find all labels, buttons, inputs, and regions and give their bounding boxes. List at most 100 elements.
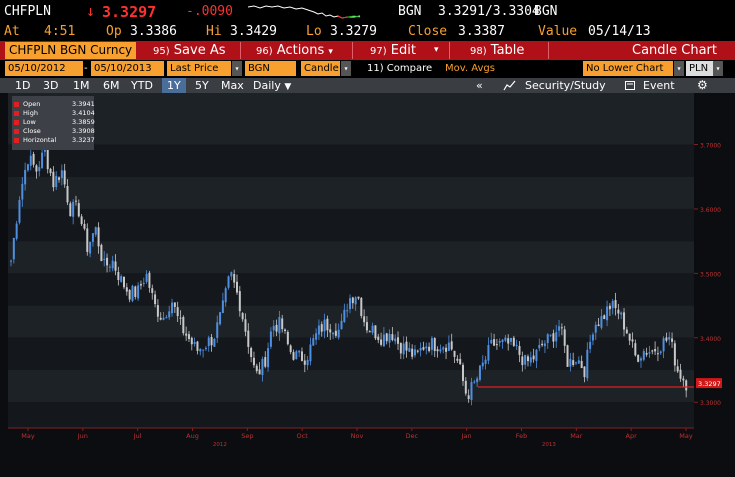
range-ytd[interactable]: YTD	[126, 78, 158, 93]
style-select[interactable]: Candle	[301, 61, 340, 76]
currency-dropdown-icon[interactable]: ▾	[713, 61, 723, 76]
candle-body	[382, 334, 385, 347]
style-dropdown-icon[interactable]: ▾	[341, 61, 351, 76]
range-1m[interactable]: 1M	[68, 78, 95, 93]
candle-body	[275, 324, 278, 332]
candle-body	[597, 324, 600, 326]
candle-body	[272, 325, 275, 331]
edit-button[interactable]: 97) Edit	[370, 41, 416, 60]
x-tick-label: May	[679, 432, 693, 440]
candle-body	[617, 309, 620, 314]
end-date-field[interactable]: 05/10/2013	[91, 61, 164, 76]
table-button[interactable]: 98) Table	[470, 41, 524, 60]
price-change: -.0090	[186, 4, 233, 19]
table-number: 98)	[470, 46, 487, 57]
candle-body	[317, 325, 320, 335]
candle-body	[309, 344, 312, 362]
compare-button[interactable]: 11) Compare	[367, 61, 432, 76]
period-select[interactable]: Daily ▼	[248, 78, 296, 93]
candle-body	[176, 307, 179, 317]
range-3d[interactable]: 3D	[38, 78, 63, 93]
legend-label: Open	[23, 100, 41, 108]
candle-body	[459, 359, 462, 365]
actions-button[interactable]: 96) Actions ▾	[256, 41, 333, 60]
security-field[interactable]: CHFPLN BGN Curncy	[5, 42, 137, 59]
range-5y[interactable]: 5Y	[190, 78, 214, 93]
gear-icon[interactable]: ⚙	[697, 78, 708, 93]
toolbar-divider	[240, 42, 241, 59]
line-chart-icon	[503, 80, 516, 91]
candle-body	[668, 337, 671, 340]
candle-body	[430, 338, 433, 350]
candle-body	[685, 380, 688, 391]
candle-body	[365, 322, 368, 331]
candle-body	[38, 167, 41, 172]
x-tick-label: May	[21, 432, 35, 440]
legend-label: Low	[23, 118, 36, 126]
chart-legend: Open 3.3941 High 3.4104 Low 3.3859 Close…	[12, 96, 95, 150]
at-label: At	[4, 24, 20, 39]
candle-body	[586, 349, 589, 379]
save-as-button[interactable]: 95) Save As	[153, 41, 226, 60]
candle-body	[487, 345, 490, 361]
candle-body	[77, 203, 80, 217]
price-field-select[interactable]: Last Price	[167, 61, 231, 76]
candle-body	[213, 338, 216, 347]
source-field[interactable]: BGN	[245, 61, 296, 76]
candle-body	[202, 349, 205, 351]
period-label: Daily	[253, 79, 281, 92]
price-field-dropdown-icon[interactable]: ▾	[232, 61, 242, 76]
chart-band	[8, 370, 694, 403]
save-as-label: Save As	[173, 43, 226, 58]
security-study-button[interactable]: Security/Study	[525, 78, 606, 93]
candle-body	[284, 329, 287, 332]
candle-body	[651, 350, 654, 352]
candle-body	[526, 356, 529, 362]
candle-body	[555, 332, 558, 342]
legend-swatch	[14, 137, 19, 143]
candle-chart[interactable]: 3.7000 3.6000 3.5000 3.4000 3.3000 3.3297 May J…	[0, 93, 735, 477]
candle-body	[648, 352, 651, 354]
down-arrow-icon: ↓	[86, 2, 96, 20]
candle-body	[227, 276, 230, 288]
candle-body	[394, 338, 397, 342]
candle-body	[159, 317, 162, 320]
event-button[interactable]: Event	[643, 78, 675, 93]
candle-body	[589, 341, 592, 349]
range-6m[interactable]: 6M	[98, 78, 125, 93]
candle-body	[532, 355, 535, 360]
candle-body	[148, 272, 151, 288]
candle-body	[346, 310, 349, 312]
candle-body	[623, 312, 626, 330]
y-tick-label: 3.3000	[700, 400, 721, 407]
x-tick-label: Apr	[626, 432, 638, 440]
range-1y[interactable]: 1Y	[162, 78, 186, 93]
candle-body	[74, 200, 77, 202]
lower-chart-dropdown-icon[interactable]: ▾	[674, 61, 684, 76]
candle-body	[142, 282, 145, 284]
candle-body	[91, 233, 94, 242]
start-date-field[interactable]: 05/10/2012	[5, 61, 83, 76]
candle-body	[397, 337, 400, 344]
range-max[interactable]: Max	[216, 78, 249, 93]
candle-body	[473, 381, 476, 383]
candle-body	[478, 365, 481, 380]
candle-body	[445, 347, 448, 352]
collapse-icon[interactable]: «	[476, 78, 483, 93]
candle-body	[541, 343, 544, 346]
candle-body	[563, 329, 566, 346]
candle-body	[134, 286, 137, 297]
candle-body	[156, 305, 159, 317]
candle-body	[665, 337, 668, 341]
candle-body	[190, 337, 193, 345]
lower-chart-select[interactable]: No Lower Chart	[583, 61, 673, 76]
candle-body	[422, 347, 425, 350]
currency-field[interactable]: PLN	[686, 61, 714, 76]
candle-body	[594, 324, 597, 333]
candle-body	[673, 343, 676, 366]
mov-avgs-field[interactable]: Mov. Avgs	[442, 61, 498, 76]
candle-body	[566, 345, 569, 367]
edit-dropdown-icon[interactable]: ▾	[434, 41, 439, 60]
candle-body	[682, 378, 685, 381]
range-1d[interactable]: 1D	[10, 78, 35, 93]
